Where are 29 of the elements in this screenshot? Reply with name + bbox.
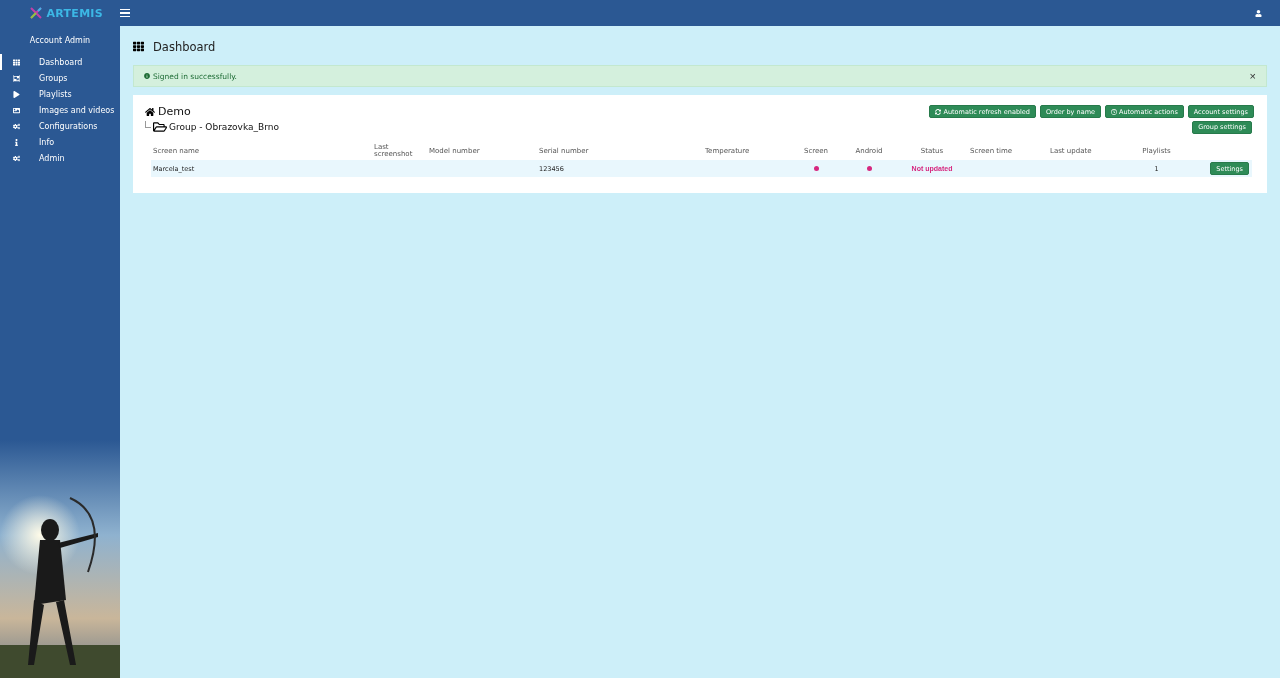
gears-icon bbox=[12, 154, 20, 162]
clock-icon bbox=[1110, 108, 1117, 115]
dashboard-icon bbox=[12, 58, 20, 66]
logo-icon bbox=[29, 6, 44, 20]
account-title: Demo bbox=[158, 105, 191, 118]
sidebar-item[interactable]: Playlists bbox=[0, 86, 120, 102]
menu-button[interactable] bbox=[120, 8, 130, 18]
sidebar-item[interactable]: Groups bbox=[0, 70, 120, 86]
sidebar-item[interactable]: Dashboard bbox=[0, 54, 120, 70]
page-title: Dashboard bbox=[153, 39, 216, 54]
sidebar-item[interactable]: Configurations bbox=[0, 118, 120, 134]
gears-icon bbox=[12, 122, 20, 130]
group-title: Group - Obrazovka_Brno bbox=[169, 122, 279, 132]
info-icon bbox=[144, 73, 150, 79]
groups-icon bbox=[12, 74, 20, 82]
logo-text: ARTEMIS bbox=[46, 6, 103, 20]
info-icon bbox=[12, 138, 20, 146]
home-icon bbox=[145, 106, 155, 117]
refresh-icon bbox=[935, 108, 942, 115]
sidebar-item[interactable]: Images and videos bbox=[0, 102, 120, 118]
folder-icon bbox=[153, 120, 167, 134]
close-button[interactable]: × bbox=[1249, 70, 1256, 82]
user-icon[interactable] bbox=[1255, 9, 1262, 17]
play-icon bbox=[12, 90, 20, 98]
account-name: Account Admin bbox=[28, 35, 92, 47]
sidebar-item[interactable]: Admin bbox=[0, 150, 120, 166]
image-icon bbox=[12, 106, 20, 114]
sidebar-item[interactable]: Info bbox=[0, 134, 120, 150]
dashboard-icon bbox=[133, 41, 144, 52]
